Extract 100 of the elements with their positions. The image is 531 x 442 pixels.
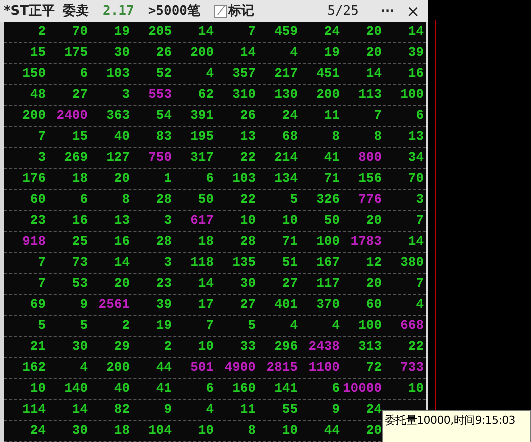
order-cell-text: 3	[415, 191, 424, 209]
order-cell-text: 30	[239, 275, 256, 293]
order-cell-text: 5	[37, 317, 46, 335]
order-cell-text: 14	[365, 65, 382, 83]
order-cell-text: 48	[29, 86, 46, 104]
order-cell-text: 7	[37, 254, 46, 272]
order-cell-text: 30	[113, 44, 130, 62]
order-cell-text: 553	[148, 86, 172, 104]
order-cell-text: 501	[190, 359, 214, 377]
order-cell-text: 24	[29, 422, 46, 440]
order-cell-text: 19	[113, 23, 130, 41]
order-cell-text: 776	[358, 191, 382, 209]
order-cell-text: 200	[316, 86, 340, 104]
order-cell-text: 733	[400, 359, 424, 377]
order-cell-text: 14	[239, 44, 256, 62]
order-cell-text: 5	[79, 317, 88, 335]
order-cell-text: 4	[79, 359, 88, 377]
price-label: 2.17	[103, 4, 134, 18]
order-cell-text: 70	[71, 23, 88, 41]
more-button[interactable]: ···	[380, 4, 395, 18]
order-cell-text: 2438	[308, 338, 340, 356]
order-cell-text: 72	[365, 359, 382, 377]
order-cell-text: 5	[289, 191, 298, 209]
order-cell-text: 16	[71, 212, 88, 230]
order-cell-text: 100	[358, 317, 382, 335]
order-cell-text: 8	[331, 128, 340, 146]
order-cell-text: 357	[232, 65, 256, 83]
order-cell-text: 71	[281, 233, 298, 251]
order-cell-text: 459	[274, 23, 298, 41]
order-cell-text: 6	[79, 191, 88, 209]
order-cell-text: 5	[247, 317, 256, 335]
order-cell-text: 25	[71, 233, 88, 251]
order-cell-text: 54	[155, 107, 172, 125]
order-cell-text: 156	[358, 170, 382, 188]
order-cell-text: 310	[232, 86, 256, 104]
order-cell-text: 363	[106, 107, 130, 125]
order-cell-text: 296	[274, 338, 298, 356]
order-cell-text: 71	[323, 170, 340, 188]
order-cell-text: 44	[323, 422, 340, 440]
order-cell-text: 9	[79, 296, 88, 314]
order-cell-text: 73	[71, 254, 88, 272]
close-button[interactable]: ×	[406, 2, 420, 20]
order-cell-text: 10000	[342, 380, 382, 398]
order-cell-text: 24	[281, 107, 298, 125]
order-cell-text: 83	[155, 128, 172, 146]
order-cell-text: 27	[239, 296, 256, 314]
note-icon[interactable]	[214, 4, 228, 18]
order-cell-text: 60	[365, 296, 382, 314]
order-cell-text: 617	[190, 212, 214, 230]
order-cell-text: 16	[407, 65, 424, 83]
order-cell-text: 195	[190, 128, 214, 146]
order-cell-text: 800	[358, 149, 382, 167]
order-cell-text: 7	[415, 275, 424, 293]
order-cell-text: 39	[407, 44, 424, 62]
order-cell-text: 20	[113, 170, 130, 188]
order-cell-text: 3	[121, 86, 130, 104]
order-cell-text: 41	[323, 149, 340, 167]
order-cell-text: 70	[407, 170, 424, 188]
order-cell-text: 4	[289, 44, 298, 62]
order-cell-text: 200	[22, 107, 46, 125]
order-cell-text: 13	[407, 128, 424, 146]
page-indicator: 5/25	[328, 4, 359, 18]
order-cell-text: 2	[37, 23, 46, 41]
order-cell-text: 60	[29, 191, 46, 209]
order-cell-text: 6	[205, 380, 214, 398]
order-cell-text: 23	[29, 212, 46, 230]
order-cell-text: 19	[323, 44, 340, 62]
order-cell-text: 118	[190, 254, 214, 272]
order-cell-text: 2561	[98, 296, 130, 314]
order-cell-text: 14	[407, 233, 424, 251]
order-cell-text: 380	[400, 254, 424, 272]
order-cell-text: 141	[274, 380, 298, 398]
order-cell-text: 205	[148, 23, 172, 41]
order-cell-text: 15	[29, 44, 46, 62]
order-cell-text: 20	[113, 275, 130, 293]
order-cell-text: 2815	[266, 359, 298, 377]
order-cell-text: 167	[316, 254, 340, 272]
order-cell-text: 82	[113, 401, 130, 419]
order-cell-text: 33	[239, 338, 256, 356]
order-cell-text: 326	[316, 191, 340, 209]
order-cell-text: 17	[197, 296, 214, 314]
order-cell-text: 7	[37, 128, 46, 146]
order-cell-text: 20	[365, 422, 382, 440]
order-cell-text: 22	[239, 149, 256, 167]
order-cell-text: 14	[197, 275, 214, 293]
order-cell-text: 62	[197, 86, 214, 104]
order-cell-text: 7	[247, 23, 256, 41]
order-cell-text: 18	[71, 170, 88, 188]
order-cell-text: 50	[197, 191, 214, 209]
order-cell-text: 28	[239, 233, 256, 251]
order-cell-text: 18	[113, 422, 130, 440]
order-cell-text: 200	[106, 359, 130, 377]
order-cell-text: 24	[365, 401, 382, 419]
order-cell-text: 317	[190, 149, 214, 167]
order-cell-text: 14	[113, 254, 130, 272]
order-cell-text: 9	[331, 401, 340, 419]
order-cell-text: 100	[400, 86, 424, 104]
order-cell-text: 160	[232, 380, 256, 398]
order-cell-text: 103	[232, 170, 256, 188]
order-cell-text: 39	[155, 296, 172, 314]
